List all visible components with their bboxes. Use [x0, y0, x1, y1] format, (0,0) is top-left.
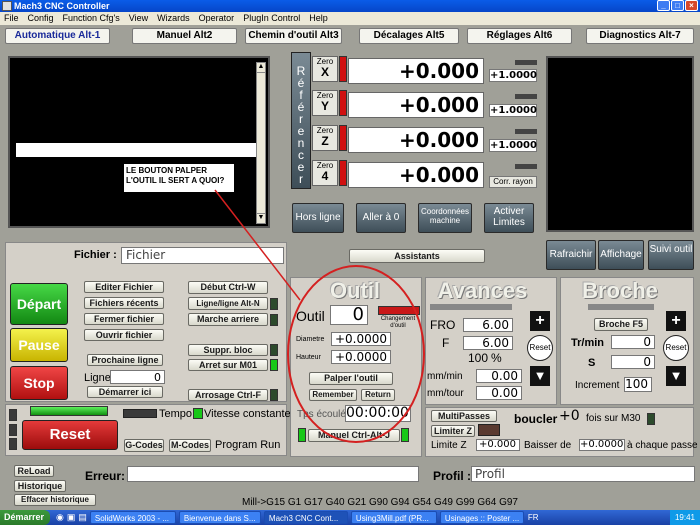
profil-label: Profil : [433, 469, 471, 483]
avances-bar [430, 304, 512, 310]
taskbar: Démarrer ◉ ▣ ▤ SolidWorks 2003 - ... Bie… [0, 510, 700, 525]
trmin-label: Tr/min [571, 337, 605, 349]
quicklaunch-desktop-icon[interactable]: ▣ [67, 512, 76, 523]
s-label: S [588, 357, 596, 369]
mmmin-field: 0.00 [476, 369, 522, 383]
broche-title: Broche [582, 278, 658, 303]
boucler-suffix: fois sur M30 [586, 413, 641, 424]
feed-minus-icon[interactable]: ▼ [530, 366, 550, 386]
taskbar-item-pdf[interactable]: Using3Mill.pdf (PR... [350, 511, 437, 524]
baisser-label: Baisser de [524, 440, 572, 451]
profil-field: Profil [471, 466, 695, 482]
fro-field[interactable]: 6.00 [463, 318, 513, 332]
feed-plus-icon[interactable]: + [530, 311, 550, 331]
spindle-reset-button[interactable]: Reset [663, 335, 689, 361]
language-indicator[interactable]: FR [528, 513, 539, 522]
quicklaunch-ie-icon[interactable]: ◉ [56, 512, 64, 523]
feed-percent-unit: % [491, 351, 502, 365]
erreur-label: Erreur: [85, 469, 126, 483]
limite-z-field[interactable]: +0.000 [476, 439, 520, 451]
reload-button[interactable]: ReLoad [14, 465, 54, 477]
multipasses-button[interactable]: MultiPasses [431, 410, 497, 422]
broche-f5-button[interactable]: Broche F5 [594, 318, 648, 331]
boucler-led [647, 413, 655, 425]
feed-percent: 100 [467, 351, 488, 365]
increment-field[interactable]: 100 [624, 377, 652, 392]
mmtour-field: 0.00 [476, 386, 522, 400]
taskbar-item-bienvenue[interactable]: Bienvenue dans S... [178, 511, 261, 524]
taskbar-item-solidworks[interactable]: SolidWorks 2003 - ... [89, 511, 176, 524]
avances-title: Avances [437, 278, 528, 303]
limiter-z-led [478, 424, 500, 436]
fro-label: FRO [430, 318, 456, 332]
taskbar-item-usinages[interactable]: Usinages :: Poster ... [439, 511, 524, 524]
spindle-plus-icon[interactable]: + [666, 311, 686, 331]
clock: 19:41 [674, 513, 695, 522]
limiter-z-button[interactable]: Limiter Z [431, 425, 475, 437]
taskbar-item-mach3[interactable]: Mach3 CNC Cont... [263, 511, 348, 524]
start-button[interactable]: Démarrer [0, 510, 51, 525]
mmmin-label: mm/min [427, 371, 463, 382]
historique-button[interactable]: Historique [14, 480, 66, 492]
system-tray: 19:41 [669, 510, 700, 525]
effacer-historique-button[interactable]: Effacer historique [14, 494, 96, 506]
modal-status-line: Mill->G15 G1 G17 G40 G21 G90 G94 G54 G49… [242, 497, 518, 508]
feed-reset-button[interactable]: Reset [527, 335, 553, 361]
increment-label: Increment [575, 380, 620, 391]
quicklaunch-folder-icon[interactable]: ▤ [78, 512, 87, 523]
mmtour-label: mm/tour [427, 388, 464, 399]
trmin-field: 0 [611, 335, 655, 349]
baisser-field[interactable]: +0.0000 [579, 439, 625, 451]
broche-bar [588, 304, 654, 310]
baisser-suffix: à chaque passe [627, 440, 698, 451]
boucler-label: boucler [514, 412, 558, 426]
spindle-minus-icon[interactable]: ▼ [666, 366, 686, 386]
boucler-field[interactable]: +0 [559, 408, 580, 424]
limite-z-label: Limite Z [431, 440, 467, 451]
erreur-field [127, 466, 419, 482]
f-field[interactable]: 6.00 [463, 336, 513, 350]
f-label: F [442, 336, 450, 350]
s-field[interactable]: 0 [611, 355, 655, 369]
